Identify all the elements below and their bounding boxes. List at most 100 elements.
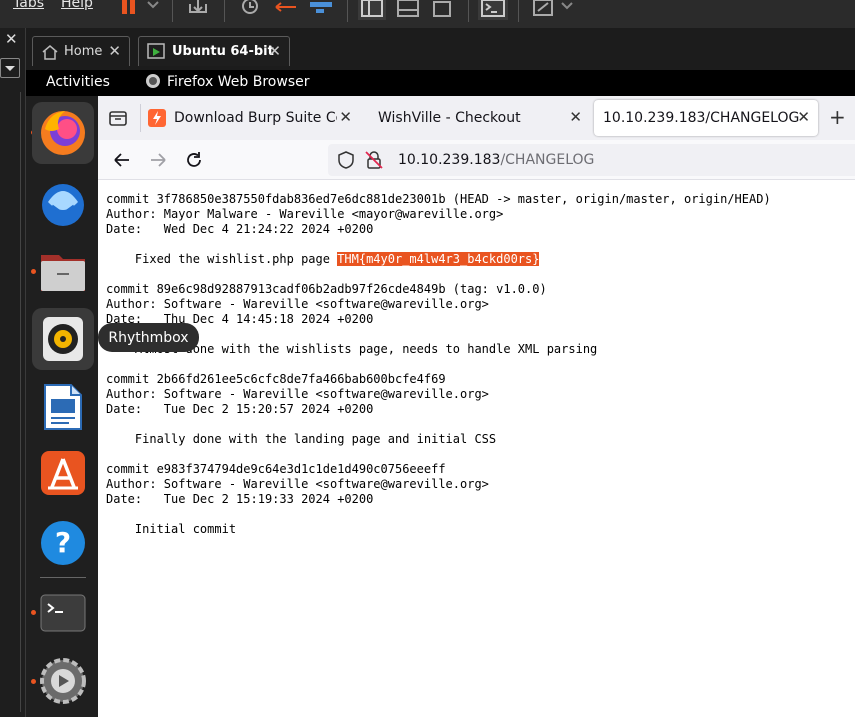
- url-host: 10.10.239.183: [398, 152, 501, 168]
- vm-tab-home[interactable]: Home ✕: [32, 36, 130, 66]
- activities-button[interactable]: Activities: [46, 74, 110, 90]
- thunderbird-icon: [42, 184, 84, 226]
- firefox-icon: [41, 111, 85, 155]
- firefox-window: Download Burp Suite Con ✕ WishVille - Ch…: [98, 96, 855, 717]
- app-center-icon: [41, 451, 85, 495]
- close-tab-icon[interactable]: ✕: [569, 108, 582, 126]
- gear-icon: [40, 658, 86, 704]
- date-line: Date: Tue Dec 2 15:19:33 2024 +0200: [106, 492, 374, 506]
- revert-arrow-icon: [275, 2, 296, 12]
- library-dropdown[interactable]: [0, 58, 20, 78]
- flag-highlight: THM{m4y0r_m4lw4r3_b4ckd00rs}: [337, 252, 540, 266]
- pause-icon: [122, 0, 159, 14]
- browser-tab-strip: Download Burp Suite Con ✕ WishVille - Ch…: [98, 96, 855, 140]
- dock-separator: [40, 577, 86, 578]
- browser-tab-title: WishVille - Checkout: [378, 110, 521, 126]
- close-tab-icon[interactable]: ✕: [268, 42, 281, 60]
- vm-tab-bar: Home ✕ Ubuntu 64-bit ✕: [26, 28, 855, 70]
- changelog-text: commit 3f786850e387550fdab836ed7e6dc881d…: [106, 192, 771, 537]
- plus-icon: +: [829, 105, 846, 129]
- full-screen-button[interactable]: [428, 0, 456, 20]
- send-key-button[interactable]: [186, 0, 212, 20]
- author-line: Author: Mayor Malware - Wareville <mayor…: [106, 207, 504, 221]
- url-bar[interactable]: 10.10.239.183/CHANGELOG: [328, 144, 855, 176]
- vm-running-icon: [147, 42, 165, 59]
- dock-rhythmbox[interactable]: [32, 308, 94, 370]
- help-icon: ?: [41, 521, 85, 565]
- browser-tab-wishville[interactable]: WishVille - Checkout ✕: [368, 100, 590, 136]
- firefox-view-button[interactable]: [108, 108, 128, 132]
- browser-tab-changelog[interactable]: 10.10.239.183/CHANGELOG ✕: [594, 100, 818, 136]
- commit-message: Finally done with the landing page and i…: [106, 432, 497, 446]
- revert-snapshot-button[interactable]: [272, 0, 300, 20]
- commit-message: Fixed the wishlist.php page: [106, 252, 338, 266]
- host-library-panel: ✕: [0, 28, 26, 717]
- author-line: Author: Software - Wareville <software@w…: [106, 387, 489, 401]
- author-line: Author: Software - Wareville <software@w…: [106, 477, 489, 491]
- commit-line: commit 3f786850e387550fdab836ed7e6dc881d…: [106, 192, 771, 206]
- commit-message: Initial commit: [106, 522, 237, 536]
- close-tab-icon[interactable]: ✕: [797, 108, 810, 126]
- app-menu[interactable]: Firefox Web Browser: [167, 74, 310, 90]
- vm-tab-ubuntu-label: Ubuntu 64-bit: [172, 44, 274, 59]
- dock-files[interactable]: [32, 240, 94, 302]
- url-path: /CHANGELOG: [500, 152, 595, 168]
- snapshot-manager-icon: [310, 2, 332, 13]
- vm-tab-ubuntu[interactable]: Ubuntu 64-bit ✕: [138, 36, 290, 66]
- page-content: commit 3f786850e387550fdab836ed7e6dc881d…: [98, 180, 855, 717]
- suspend-button[interactable]: [116, 0, 162, 20]
- home-icon: [42, 44, 58, 60]
- dock-firefox[interactable]: [32, 102, 94, 164]
- thumbnail-bar-icon: [397, 0, 419, 17]
- firefox-view-icon: [109, 111, 127, 126]
- close-tab-icon[interactable]: ✕: [337, 108, 352, 126]
- dock-libreoffice-writer[interactable]: [32, 376, 94, 438]
- chevron-down-icon: [5, 66, 15, 71]
- reload-button[interactable]: [184, 150, 204, 174]
- library-panel-icon: [361, 0, 383, 17]
- forward-arrow-icon: [151, 153, 166, 167]
- dock-settings[interactable]: [32, 650, 94, 712]
- vm-tab-home-label: Home: [64, 44, 103, 59]
- menu-help[interactable]: Help: [61, 0, 93, 11]
- thumbnail-bar-button[interactable]: [394, 0, 422, 20]
- burp-suite-icon: [148, 109, 166, 127]
- svg-text:?: ?: [55, 526, 71, 559]
- ubuntu-dock: ?: [26, 96, 98, 717]
- date-line: Date: Tue Dec 2 15:20:57 2024 +0200: [106, 402, 374, 416]
- browser-tab-title: 10.10.239.183/CHANGELOG: [603, 110, 800, 126]
- console-view-button[interactable]: [478, 0, 508, 20]
- terminal-icon: [40, 594, 86, 632]
- close-library-icon[interactable]: ✕: [5, 30, 18, 48]
- menu-tabs[interactable]: Tabs: [13, 0, 44, 11]
- dock-help[interactable]: ?: [32, 512, 94, 574]
- snapshot-manager-button[interactable]: [306, 0, 336, 20]
- commit-line: commit e983f374794de9c64e3d1c1de1d490c07…: [106, 462, 446, 476]
- show-library-button[interactable]: [358, 0, 386, 20]
- close-tab-icon[interactable]: ✕: [108, 42, 121, 60]
- dock-terminal[interactable]: [32, 582, 94, 644]
- commit-line: commit 2b66fd261ee5c6cfc8de7fa466bab600b…: [106, 372, 446, 386]
- dock-thunderbird[interactable]: [32, 172, 94, 234]
- author-line: Author: Software - Wareville <software@w…: [106, 297, 489, 311]
- full-screen-icon: [433, 1, 451, 17]
- back-button[interactable]: [112, 150, 132, 174]
- new-tab-button[interactable]: +: [829, 105, 846, 129]
- navigation-toolbar: 10.10.239.183/CHANGELOG: [98, 140, 855, 180]
- gnome-top-bar: Activities Firefox Web Browser: [26, 70, 855, 96]
- host-toolbar: Tabs Help: [0, 0, 855, 28]
- forward-button[interactable]: [148, 150, 168, 174]
- date-line: Date: Wed Dec 4 21:24:22 2024 +0200: [106, 222, 374, 236]
- reload-icon: [187, 152, 201, 167]
- folder-icon: [41, 255, 85, 291]
- snapshot-button[interactable]: [236, 0, 264, 20]
- stretch-guest-button[interactable]: [530, 0, 576, 20]
- back-arrow-icon: [114, 153, 129, 167]
- console-icon: [481, 0, 505, 17]
- firefox-small-icon: [145, 73, 161, 93]
- dock-app-center[interactable]: [32, 442, 94, 504]
- writer-document-icon: [44, 384, 82, 430]
- stretch-icon: [533, 0, 573, 16]
- commit-line: commit 89e6c98d92887913cadf06b2adb97f26c…: [106, 282, 547, 296]
- browser-tab-burp[interactable]: Download Burp Suite Con ✕: [148, 100, 358, 136]
